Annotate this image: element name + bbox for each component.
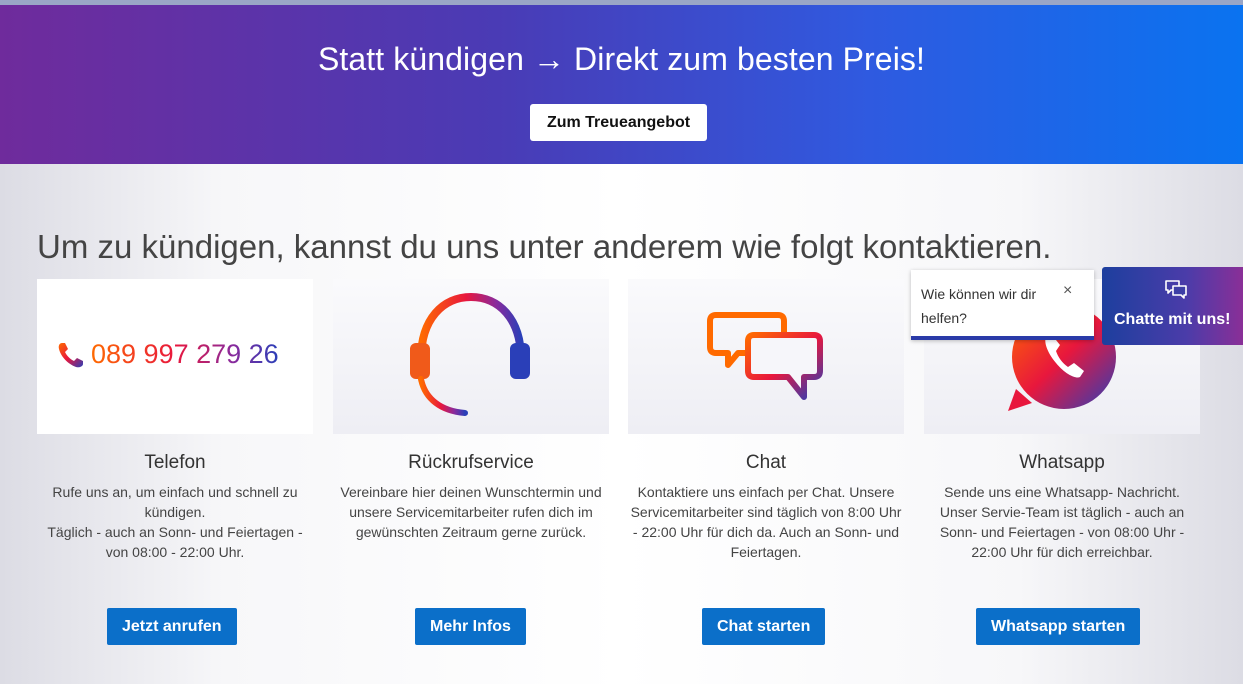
chat-widget-label: Chatte mit uns! — [1114, 311, 1231, 328]
card-text-whatsapp: Sende uns eine Whatsapp- Nachricht. Unse… — [939, 484, 1185, 560]
card-text-chat: Kontaktiere uns einfach per Chat. Unsere… — [630, 484, 902, 560]
chat-popup[interactable]: Wie können wir dir helfen? × — [911, 270, 1094, 340]
chat-bubbles-icon — [707, 312, 823, 400]
chat-widget-button[interactable]: Chatte mit uns! — [1102, 267, 1243, 345]
loyalty-offer-button[interactable]: Zum Treueangebot — [530, 104, 707, 141]
call-now-button[interactable]: Jetzt anrufen — [107, 608, 237, 645]
phone-number: 089 997 279 26 — [91, 339, 279, 369]
card-rueckruf: Rückrufservice Vereinbare hier deinen Wu… — [333, 279, 609, 542]
promo-banner: Statt kündigen → Direkt zum besten Preis… — [0, 0, 1243, 164]
card-title-whatsapp: Whatsapp — [1019, 452, 1105, 473]
start-whatsapp-button[interactable]: Whatsapp starten — [976, 608, 1141, 645]
card-title-chat: Chat — [745, 452, 787, 473]
card-image-rueckruf — [333, 279, 609, 434]
card-text-rueckruf: Vereinbare hier deinen Wunschtermin und … — [340, 484, 602, 540]
more-info-button[interactable]: Mehr Infos — [415, 608, 526, 645]
banner-title: Statt kündigen → Direkt zum besten Preis… — [317, 41, 926, 77]
headset-icon — [410, 292, 530, 416]
card-telefon: 089 997 279 26 Telefon Rufe uns an, um e… — [37, 279, 313, 562]
phone-icon — [58, 343, 83, 368]
card-title-telefon: Telefon — [144, 452, 206, 473]
page-heading: Um zu kündigen, kannst du uns unter ande… — [37, 228, 1052, 265]
close-icon[interactable]: × — [1063, 282, 1072, 300]
card-image-telefon: 089 997 279 26 — [37, 279, 313, 434]
chat-popup-text: Wie können wir dir helfen? — [921, 286, 1037, 326]
chat-icon — [1165, 280, 1187, 299]
card-text-telefon: Rufe uns an, um einfach und schnell zu k… — [37, 482, 313, 562]
card-image-chat — [628, 279, 904, 434]
card-title-rueckruf: Rückrufservice — [408, 452, 534, 473]
start-chat-button[interactable]: Chat starten — [702, 608, 826, 645]
card-chat: Chat Kontaktiere uns einfach per Chat. U… — [628, 279, 904, 562]
card-text-telefon-content: Rufe uns an, um einfach und schnell zu k… — [47, 484, 303, 560]
